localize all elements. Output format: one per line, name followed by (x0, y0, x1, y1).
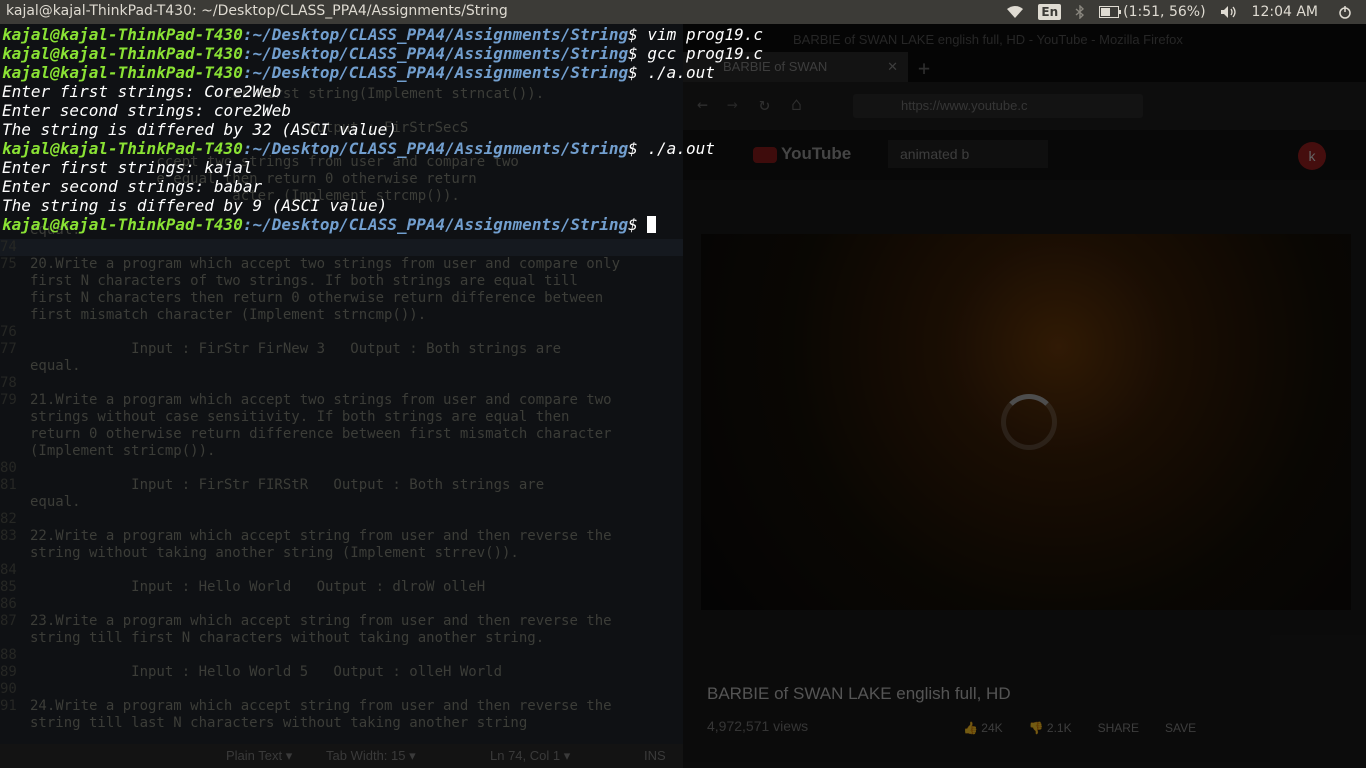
share-button[interactable]: SHARE (1098, 721, 1139, 735)
terminal-output-line: Enter first strings: Core2Web (2, 82, 282, 101)
terminal-output-line: Enter first strings: kajal (2, 158, 253, 177)
prompt-sign: $ (628, 44, 648, 63)
youtube-logo-text: YouTube (781, 144, 852, 163)
like-count: 24K (981, 721, 1003, 735)
youtube-header: YouTube animated b k (683, 130, 1366, 180)
keyboard-layout-indicator[interactable]: En (1038, 4, 1062, 20)
terminal-prompt-line: kajal@kajal-ThinkPad-T430:~/Desktop/CLAS… (2, 139, 715, 158)
cursor-position[interactable]: Ln 74, Col 1 ▾ (490, 744, 570, 768)
save-button[interactable]: SAVE (1165, 721, 1196, 735)
terminal-window[interactable]: kajal@kajal-ThinkPad-T430:~/Desktop/CLAS… (0, 24, 763, 744)
window-title: kajal@kajal-ThinkPad-T430: ~/Desktop/CLA… (6, 3, 508, 19)
like-button[interactable]: 👍 24K (963, 721, 1003, 735)
power-icon[interactable] (1338, 5, 1352, 19)
terminal-prompt-line: kajal@kajal-ThinkPad-T430:~/Desktop/CLAS… (2, 44, 763, 63)
reload-icon[interactable]: ↻ (759, 94, 770, 115)
youtube-logo[interactable]: YouTube (753, 144, 851, 164)
browser-navbar: ← → ↻ ⌂ https://www.youtube.c (683, 82, 1366, 130)
video-actions: 👍 24K 👎 2.1K SHARE SAVE (963, 721, 1196, 735)
tab-close-icon[interactable]: ✕ (887, 52, 898, 82)
dislike-button[interactable]: 👎 2.1K (1029, 721, 1072, 735)
terminal-command: ./a.out (647, 63, 715, 82)
prompt-user: kajal@kajal-ThinkPad-T430 (2, 63, 243, 82)
terminal-output-line: Enter second strings: babar (2, 177, 263, 196)
keyboard-lang-label: En (1038, 4, 1062, 20)
battery-indicator[interactable]: (1:51, 56%) (1099, 4, 1206, 20)
youtube-search-input[interactable]: animated b (888, 140, 1048, 168)
prompt-sign: $ (628, 63, 648, 82)
firefox-window: BARBIE of SWAN LAKE english full, HD - Y… (683, 24, 1366, 768)
avatar[interactable]: k (1298, 142, 1326, 170)
system-tray: En (1:51, 56%) 12:04 AM (1006, 0, 1366, 24)
prompt-path: :~/Desktop/CLASS_PPA4/Assignments/String (242, 25, 629, 44)
wifi-icon[interactable] (1006, 5, 1024, 19)
clock[interactable]: 12:04 AM (1252, 4, 1318, 20)
prompt-user: kajal@kajal-ThinkPad-T430 (2, 44, 243, 63)
volume-icon[interactable] (1220, 5, 1238, 19)
new-tab-icon[interactable]: + (918, 56, 930, 80)
terminal-command: vim prog19.c (647, 25, 763, 44)
terminal-prompt-line: kajal@kajal-ThinkPad-T430:~/Desktop/CLAS… (2, 63, 715, 82)
prompt-path: :~/Desktop/CLASS_PPA4/Assignments/String (242, 63, 629, 82)
video-title: BARBIE of SWAN LAKE english full, HD (707, 684, 1011, 703)
terminal-prompt-line: kajal@kajal-ThinkPad-T430:~/Desktop/CLAS… (2, 25, 763, 44)
prompt-user: kajal@kajal-ThinkPad-T430 (2, 215, 243, 234)
browser-tabstrip: BARBIE of SWAN LAKE english full, HD - Y… (683, 24, 1366, 82)
language-selector[interactable]: Plain Text ▾ (226, 744, 292, 768)
prompt-path: :~/Desktop/CLASS_PPA4/Assignments/String (242, 139, 629, 158)
browser-window-title: BARBIE of SWAN LAKE english full, HD - Y… (793, 32, 1183, 47)
terminal-output-line: The string is differed by 32 (ASCI value… (2, 120, 397, 139)
url-bar[interactable]: https://www.youtube.c (853, 94, 1143, 118)
prompt-sign: $ (628, 25, 648, 44)
terminal-prompt-line: kajal@kajal-ThinkPad-T430:~/Desktop/CLAS… (2, 215, 657, 234)
forward-icon[interactable]: → (727, 94, 738, 115)
prompt-user: kajal@kajal-ThinkPad-T430 (2, 139, 243, 158)
terminal-cursor (647, 216, 657, 233)
youtube-play-icon (753, 146, 777, 163)
loading-spinner-icon (1001, 394, 1057, 450)
prompt-path: :~/Desktop/CLASS_PPA4/Assignments/String (242, 215, 629, 234)
editor-statusbar: Plain Text ▾ Tab Width: 15 ▾ Ln 74, Col … (0, 744, 683, 768)
battery-icon (1099, 6, 1122, 18)
bluetooth-icon[interactable] (1075, 5, 1085, 19)
prompt-sign: $ (628, 215, 648, 234)
top-panel: kajal@kajal-ThinkPad-T430: ~/Desktop/CLA… (0, 0, 1366, 24)
video-player[interactable] (701, 234, 1351, 610)
back-icon[interactable]: ← (697, 94, 708, 115)
insert-mode: INS (644, 748, 666, 763)
terminal-command: ./a.out (647, 139, 715, 158)
tab-width-selector[interactable]: Tab Width: 15 ▾ (326, 744, 416, 768)
home-icon[interactable]: ⌂ (791, 94, 802, 115)
battery-text: (1:51, 56%) (1123, 4, 1206, 20)
terminal-output-line: The string is differed by 9 (ASCI value) (2, 196, 388, 215)
terminal-command: gcc prog19.c (647, 44, 763, 63)
prompt-path: :~/Desktop/CLASS_PPA4/Assignments/String (242, 44, 629, 63)
dislike-count: 2.1K (1046, 721, 1072, 735)
terminal-output-line: Enter second strings: core2Web (2, 101, 291, 120)
video-views: 4,972,571 views (707, 718, 809, 734)
prompt-sign: $ (628, 139, 648, 158)
prompt-user: kajal@kajal-ThinkPad-T430 (2, 25, 243, 44)
